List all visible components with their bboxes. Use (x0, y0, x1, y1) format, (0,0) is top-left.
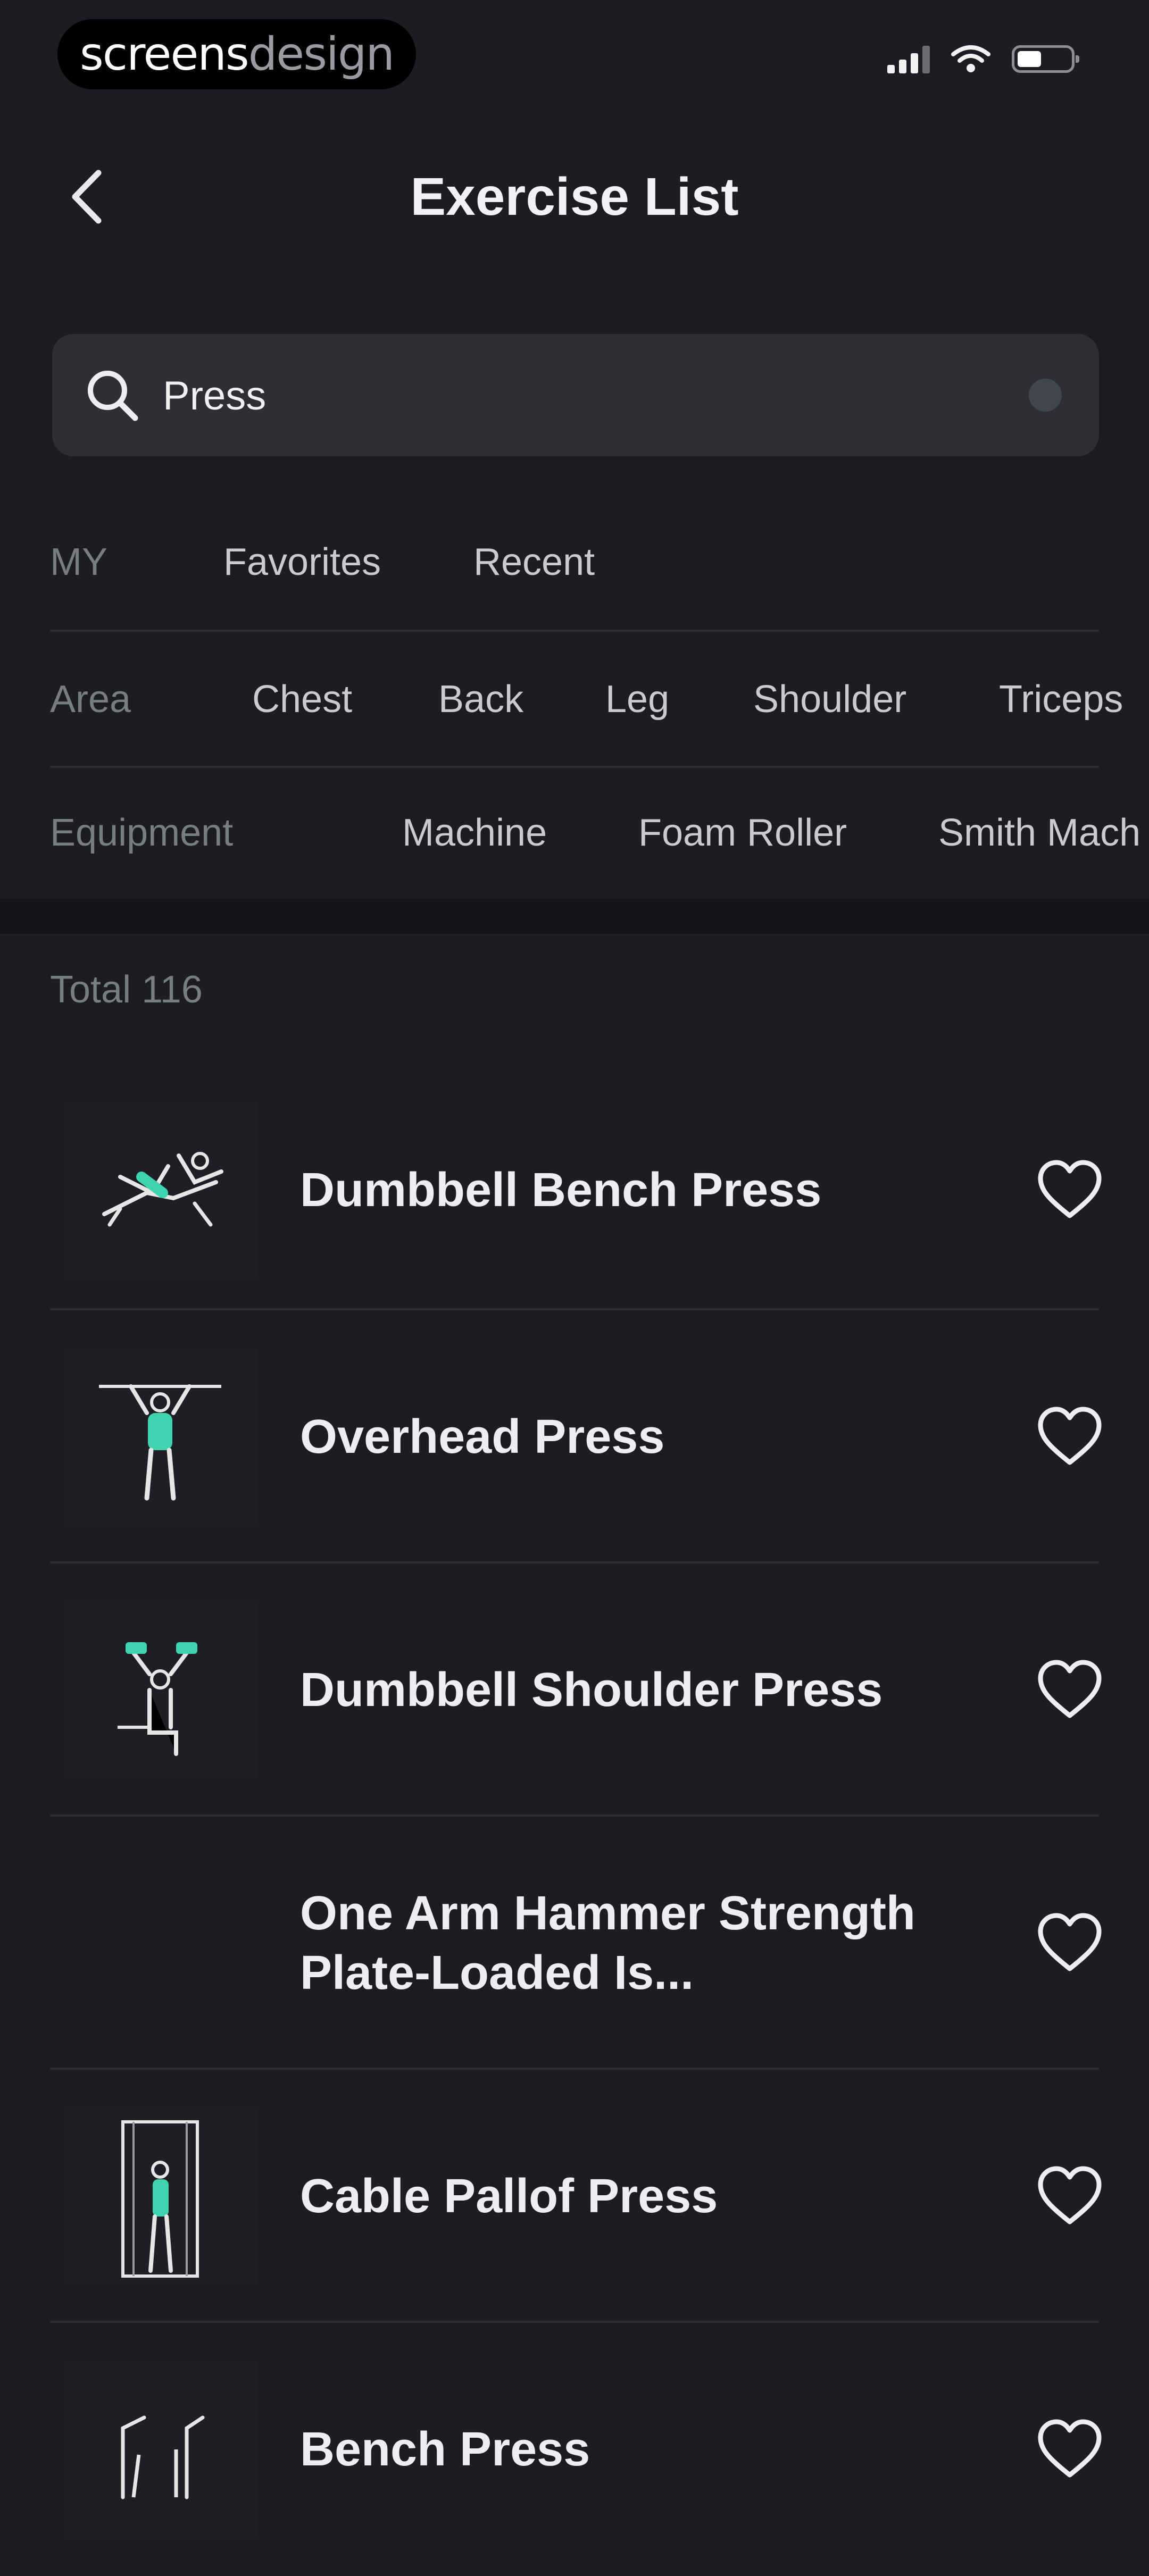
exercise-thumbnail (63, 1101, 257, 1279)
exercise-thumbnail (63, 1854, 257, 2033)
search-icon (88, 371, 138, 421)
wifi-icon (951, 45, 990, 72)
filter-chip-favorites[interactable]: Favorites (223, 494, 381, 631)
exercise-name: Cable Pallof Press (300, 2170, 718, 2223)
dumbbell-shoulder-press-illustration (118, 1642, 197, 1756)
dumbbell-bench-press-illustration (102, 1152, 223, 1227)
status-bar: screens design (0, 0, 1149, 112)
filter-chip-leg[interactable]: Leg (605, 631, 669, 768)
watermark-light: design (248, 28, 395, 81)
filter-chip-recent[interactable]: Recent (473, 494, 595, 631)
filter-label-area: Area (50, 678, 131, 721)
filter-chip-machine[interactable]: Machine (402, 767, 547, 899)
heart-icon[interactable] (1035, 2164, 1104, 2228)
search-bar[interactable] (52, 334, 1099, 457)
list-item[interactable]: Dumbbell Shoulder Press (0, 1563, 1149, 1817)
total-count: Total 116 (50, 968, 203, 1011)
list-item[interactable]: One Arm Hammer Strength Plate-Loaded Is.… (0, 1817, 1149, 2070)
filter-chip-chest[interactable]: Chest (252, 631, 352, 768)
filter-chip-triceps[interactable]: Triceps (999, 631, 1123, 768)
exercise-thumbnail (63, 2107, 257, 2286)
heart-icon[interactable] (1035, 1405, 1104, 1469)
filter-chip-foam-roller[interactable]: Foam Roller (638, 767, 847, 899)
exercise-name: Dumbbell Bench Press (300, 1164, 822, 1217)
list-item[interactable]: Dumbbell Bench Press (0, 1064, 1149, 1317)
page-title: Exercise List (410, 167, 739, 227)
search-input[interactable] (162, 334, 1015, 457)
filter-chip-back[interactable]: Back (438, 631, 523, 768)
exercise-thumbnail (63, 2360, 257, 2539)
exercise-thumbnail (63, 1348, 257, 1526)
exercise-thumbnail (63, 1601, 257, 1779)
cable-pallof-press-illustration (121, 2120, 199, 2278)
cellular-signal-icon (887, 45, 930, 73)
filter-row-my: MY Favorites Recent (0, 494, 1149, 631)
exercise-name: One Arm Hammer Strength Plate-Loaded Is.… (300, 1887, 915, 2000)
filter-label-my: MY (50, 541, 107, 583)
overhead-press-illustration (99, 1384, 221, 1501)
watermark-bold: screens (80, 28, 249, 81)
filter-row-equipment: Equipment Machine Foam Roller Smith Mach (0, 767, 1149, 899)
header: Exercise List (0, 144, 1149, 250)
heart-icon[interactable] (1035, 2418, 1104, 2481)
list-item[interactable]: Cable Pallof Press (0, 2070, 1149, 2323)
screensdesign-watermark: screens design (57, 19, 416, 89)
filter-row-area: Area Chest Back Leg Shoulder Triceps (0, 631, 1149, 768)
status-icons (887, 45, 1079, 73)
exercise-name: Overhead Press (300, 1410, 665, 1463)
filter-chip-smith-machine[interactable]: Smith Mach (938, 767, 1140, 899)
heart-icon[interactable] (1035, 1158, 1104, 1222)
battery-icon (1012, 45, 1079, 73)
clear-search-icon[interactable] (1029, 379, 1062, 412)
heart-icon[interactable] (1035, 1658, 1104, 1722)
exercise-name: Dumbbell Shoulder Press (300, 1663, 883, 1717)
section-separator (0, 899, 1149, 934)
exercise-name: Bench Press (300, 2423, 590, 2476)
list-item[interactable]: Overhead Press (0, 1310, 1149, 1563)
filter-chip-shoulder[interactable]: Shoulder (753, 631, 906, 768)
bench-press-illustration (121, 2415, 205, 2499)
heart-icon[interactable] (1035, 1911, 1104, 1975)
list-item[interactable]: Bench Press (0, 2323, 1149, 2576)
filter-label-equipment: Equipment (50, 812, 234, 854)
